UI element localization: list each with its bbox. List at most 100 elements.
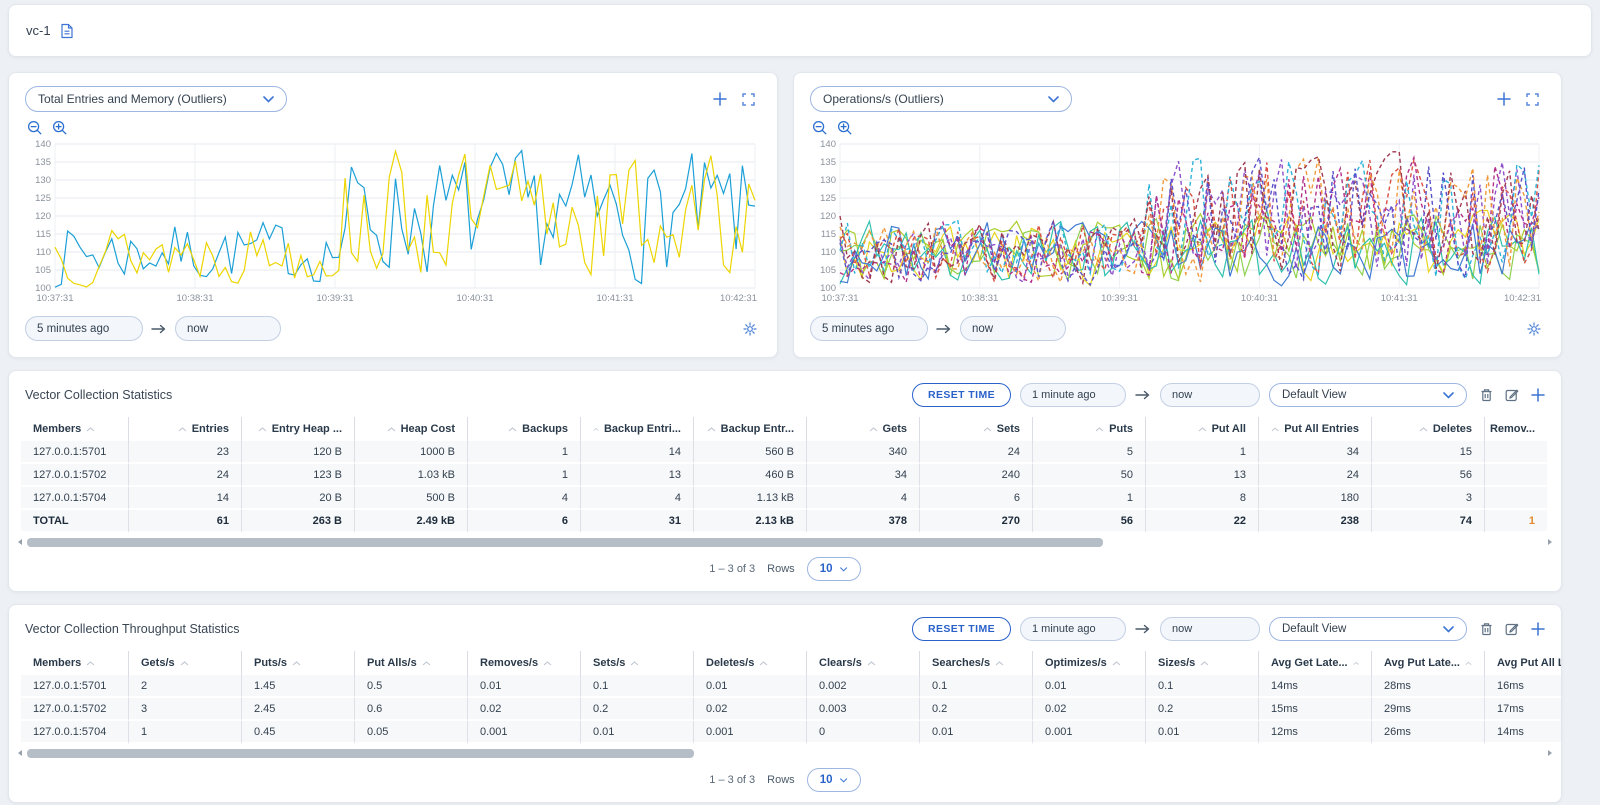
page-size-select[interactable]: 10: [807, 557, 861, 581]
column-header[interactable]: Searches/s: [920, 651, 1033, 675]
column-header[interactable]: Put Alls/s: [355, 651, 468, 675]
document-icon[interactable]: [60, 23, 74, 39]
delete-icon[interactable]: [1480, 622, 1493, 636]
table-cell: 0.001: [694, 721, 807, 744]
column-header[interactable]: Backup Entr...: [694, 417, 807, 441]
table-cell: 0.01: [1146, 721, 1259, 744]
table-cell: 0.01: [581, 721, 694, 744]
column-header[interactable]: Gets: [807, 417, 920, 441]
add-chart-icon[interactable]: [713, 92, 727, 106]
column-header[interactable]: Members: [21, 651, 129, 675]
table-total-row: TOTAL61263 B2.49 kB6312.13 kB37827056222…: [21, 510, 1547, 533]
zoom-out-icon[interactable]: [812, 120, 828, 136]
vector-collection-statistics-panel: Vector Collection Statistics RESET TIME …: [8, 370, 1562, 592]
chart-time-to-input[interactable]: now: [960, 316, 1066, 341]
reset-time-button[interactable]: RESET TIME: [912, 617, 1011, 641]
column-header[interactable]: Avg Get Late...: [1259, 651, 1372, 675]
chart-time-to-input[interactable]: now: [175, 316, 281, 341]
column-header[interactable]: Avg Put Late...: [1372, 651, 1485, 675]
reset-time-button[interactable]: RESET TIME: [912, 383, 1011, 407]
fullscreen-icon[interactable]: [1526, 93, 1539, 106]
sort-caret-icon: [292, 661, 301, 666]
table-cell: 460 B: [694, 464, 807, 487]
column-header[interactable]: Deletes: [1372, 417, 1485, 441]
table-time-to-input[interactable]: now: [1160, 617, 1260, 641]
column-header[interactable]: Remov...: [1485, 417, 1547, 441]
view-select[interactable]: Default View: [1269, 383, 1467, 407]
column-header[interactable]: Puts/s: [242, 651, 355, 675]
column-header[interactable]: Removes/s: [468, 651, 581, 675]
scroll-right-icon[interactable]: [1547, 538, 1553, 546]
scroll-left-icon[interactable]: [17, 538, 23, 546]
settings-gear-icon[interactable]: [743, 322, 757, 336]
svg-text:140: 140: [35, 139, 51, 150]
table-cell: 1: [1485, 510, 1547, 533]
column-header[interactable]: Members: [21, 417, 129, 441]
sort-caret-icon: [508, 427, 517, 432]
scroll-left-icon[interactable]: [17, 749, 23, 757]
table-time-from-input[interactable]: 1 minute ago: [1020, 617, 1126, 641]
table-cell: TOTAL: [21, 510, 129, 533]
edit-view-icon[interactable]: [1505, 622, 1519, 636]
table-cell: 2.13 kB: [694, 510, 807, 533]
throughput-table: MembersGets/sPuts/sPut Alls/sRemoves/sSe…: [21, 651, 1561, 744]
column-header[interactable]: Backup Entri...: [581, 417, 694, 441]
fullscreen-icon[interactable]: [742, 93, 755, 106]
table-cell: 0.01: [694, 675, 807, 698]
operations-chart[interactable]: 14013513012512011511010510010:37:3110:38…: [810, 139, 1545, 305]
column-header[interactable]: Deletes/s: [694, 651, 807, 675]
table-cell: 500 B: [355, 487, 468, 510]
column-header[interactable]: Optimizes/s: [1033, 651, 1146, 675]
column-header[interactable]: Put All Entries: [1259, 417, 1372, 441]
column-header[interactable]: Heap Cost: [355, 417, 468, 441]
chart-time-from-input[interactable]: 5 minutes ago: [810, 316, 928, 341]
column-header[interactable]: Sets/s: [581, 651, 694, 675]
metric-select[interactable]: Total Entries and Memory (Outliers): [25, 86, 287, 112]
column-header[interactable]: Put All: [1146, 417, 1259, 441]
table-cell: 34: [807, 464, 920, 487]
svg-text:125: 125: [35, 193, 51, 204]
table-time-to-input[interactable]: now: [1160, 383, 1260, 407]
scrollbar-thumb[interactable]: [27, 538, 1103, 547]
svg-text:135: 135: [820, 157, 836, 168]
table-cell: 13: [1146, 464, 1259, 487]
settings-gear-icon[interactable]: [1527, 322, 1541, 336]
edit-view-icon[interactable]: [1505, 388, 1519, 402]
table-row: 127.0.0.1:570121.450.50.010.10.010.0020.…: [21, 675, 1561, 698]
table-cell: 0.1: [1146, 675, 1259, 698]
column-header[interactable]: Backups: [468, 417, 581, 441]
zoom-in-icon[interactable]: [837, 120, 853, 136]
table-cell: 270: [920, 510, 1033, 533]
column-header[interactable]: Entry Heap ...: [242, 417, 355, 441]
table-cell: 127.0.0.1:5701: [21, 675, 129, 698]
table-row: 127.0.0.1:570123120 B1000 B114560 B34024…: [21, 441, 1547, 464]
column-header[interactable]: Sizes/s: [1146, 651, 1259, 675]
sort-caret-icon: [1465, 661, 1472, 666]
column-header[interactable]: Gets/s: [129, 651, 242, 675]
metric-select[interactable]: Operations/s (Outliers): [810, 86, 1072, 112]
column-header[interactable]: Sets: [920, 417, 1033, 441]
column-header[interactable]: Clears/s: [807, 651, 920, 675]
scrollbar-track[interactable]: [27, 538, 1543, 547]
add-view-icon[interactable]: [1531, 622, 1545, 636]
zoom-out-icon[interactable]: [27, 120, 43, 136]
table-cell: 120 B: [242, 441, 355, 464]
view-select[interactable]: Default View: [1269, 617, 1467, 641]
column-header[interactable]: Puts: [1033, 417, 1146, 441]
add-view-icon[interactable]: [1531, 388, 1545, 402]
svg-text:115: 115: [821, 229, 836, 240]
chevron-down-icon: [1443, 626, 1454, 633]
scroll-right-icon[interactable]: [1547, 749, 1553, 757]
delete-icon[interactable]: [1480, 388, 1493, 402]
scrollbar-thumb[interactable]: [27, 749, 694, 758]
zoom-in-icon[interactable]: [52, 120, 68, 136]
add-chart-icon[interactable]: [1497, 92, 1511, 106]
table-time-from-input[interactable]: 1 minute ago: [1020, 383, 1126, 407]
scrollbar-track[interactable]: [27, 749, 1543, 758]
column-header[interactable]: Entries: [129, 417, 242, 441]
chart-time-from-input[interactable]: 5 minutes ago: [25, 316, 143, 341]
table-cell: 61: [129, 510, 242, 533]
column-header[interactable]: Avg Put All L...: [1485, 651, 1561, 675]
page-size-select[interactable]: 10: [807, 768, 861, 792]
entries-memory-chart[interactable]: 14013513012512011511010510010:37:3110:38…: [25, 139, 761, 305]
